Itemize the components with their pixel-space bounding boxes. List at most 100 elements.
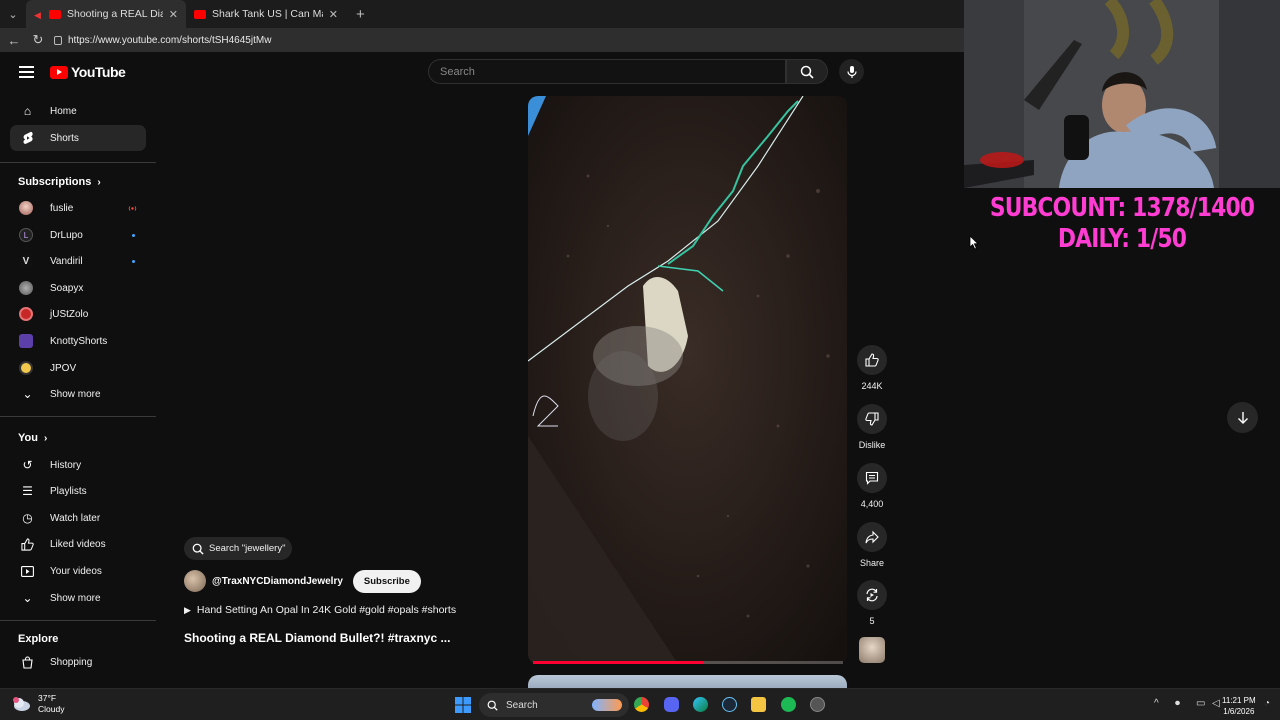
new-content-dot [132, 233, 135, 237]
new-tab-icon[interactable]: + [346, 6, 375, 23]
sidebar-item-drlupo[interactable]: L DrLupo [10, 222, 146, 248]
search-chip-label: Search "jewellery" [209, 543, 286, 554]
sidebar-item-label: Watch later [50, 512, 101, 524]
shopping-icon [20, 655, 35, 670]
sidebar-item-label: fuslie [50, 202, 74, 214]
subscriptions-heading[interactable]: Subscriptions › [18, 176, 101, 188]
back-arrow-icon[interactable]: ← [6, 33, 22, 48]
mouse-cursor-icon [969, 235, 979, 250]
linked-video[interactable]: ▶ Hand Setting An Opal In 24K Gold #gold… [184, 604, 456, 616]
sidebar-item-home[interactable]: ⌂ Home [10, 98, 146, 124]
clock-date: 1/6/2026 [1223, 707, 1255, 716]
sidebar-item-fuslie[interactable]: fuslie [10, 195, 146, 221]
reload-icon[interactable]: ↻ [30, 32, 46, 48]
sidebar-item-history[interactable]: ↺ History [10, 452, 146, 478]
display-tray-icon[interactable]: ▭ [1196, 698, 1205, 709]
remix-count: 5 [869, 616, 875, 626]
thumbs-up-icon [865, 353, 879, 367]
you-heading[interactable]: You › [18, 432, 47, 444]
sidebar-item-watch-later[interactable]: ◷ Watch later [10, 505, 146, 531]
explore-heading: Explore [18, 633, 58, 645]
steam-icon[interactable] [722, 697, 737, 712]
notification-bell-icon[interactable]: ◔ [1264, 698, 1270, 709]
progress-fill [533, 661, 704, 664]
search-icon [487, 700, 498, 711]
cloudy-weather-icon [13, 697, 30, 711]
speaker-icon[interactable]: ◀ [34, 10, 43, 20]
taskbar-clock[interactable]: 11:21 PM 1/6/2026 [1222, 695, 1256, 717]
sidebar-item-label: KnottyShorts [50, 335, 108, 347]
channel-name[interactable]: @TraxNYCDiamondJewelry [212, 576, 343, 587]
sidebar-item-label: Shorts [50, 132, 79, 144]
spotify-icon[interactable] [781, 697, 796, 712]
tab-close-icon[interactable]: ✕ [329, 8, 338, 21]
search-input[interactable]: Search [428, 59, 786, 84]
like-button[interactable] [857, 345, 887, 375]
tab-title: Shark Tank US | Can Mark Persuad [212, 8, 323, 20]
show-more-you[interactable]: ⌄ Show more [10, 585, 146, 611]
short-title[interactable]: Shooting a REAL Diamond Bullet?! #traxny… [184, 631, 450, 645]
tab-close-icon[interactable]: ✕ [169, 8, 178, 21]
search-button[interactable] [786, 59, 828, 84]
daily-count-text: DAILY: 1/50 [1057, 224, 1187, 254]
sound-thumbnail[interactable] [859, 637, 885, 663]
file-explorer-icon[interactable] [751, 697, 766, 712]
voice-search-button[interactable] [839, 59, 864, 84]
share-button[interactable] [857, 522, 887, 552]
arrow-down-icon [1237, 412, 1248, 424]
subscribe-button[interactable]: Subscribe [352, 569, 421, 593]
volume-icon[interactable]: ◁ [1212, 698, 1220, 709]
sidebar-item-vandiril[interactable]: V Vandiril [10, 248, 146, 274]
sidebar-item-label: Vandiril [50, 255, 83, 267]
windows-start-icon[interactable] [455, 697, 471, 713]
search-suggestion-chip[interactable]: Search "jewellery" [184, 537, 292, 560]
explore-title: Explore [18, 633, 59, 645]
comment-icon [865, 471, 879, 485]
avatar [19, 201, 33, 215]
weather-widget[interactable]: 37°F Cloudy [12, 693, 64, 715]
next-short-button[interactable] [1227, 402, 1258, 433]
sidebar-item-shopping[interactable]: Shopping [10, 649, 146, 675]
divider [0, 162, 156, 163]
discord-icon[interactable] [664, 697, 679, 712]
shorts-icon [20, 131, 35, 146]
sidebar-item-your-videos[interactable]: Your videos [10, 558, 146, 584]
url-field[interactable]: https://www.youtube.com/shorts/tSH4645jt… [54, 30, 964, 50]
sidebar-item-soapyx[interactable]: Soapyx [10, 275, 146, 301]
dislike-action: Dislike [857, 404, 887, 450]
sidebar-item-playlists[interactable]: ☰ Playlists [10, 478, 146, 504]
history-icon: ↺ [22, 458, 33, 472]
new-content-dot [132, 259, 135, 263]
sidebar-item-justzolo[interactable]: jUStZolo [10, 301, 146, 327]
channel-avatar[interactable] [184, 570, 206, 592]
sidebar-item-liked-videos[interactable]: Liked videos [10, 531, 146, 557]
video-progress-bar[interactable] [533, 661, 843, 664]
browser-tab[interactable]: Shark Tank US | Can Mark Persuad ✕ [186, 0, 346, 28]
short-video-player[interactable] [528, 96, 847, 664]
comments-action: 4,400 [857, 463, 887, 509]
chevron-right-icon: › [97, 176, 101, 188]
sidebar-item-jpov[interactable]: JPOV [10, 355, 146, 381]
browser-tab-active[interactable]: ◀ Shooting a REAL Diamond Bu ✕ [26, 0, 186, 28]
sidebar-item-knottyshorts[interactable]: KnottyShorts [10, 328, 146, 354]
edge-icon[interactable] [693, 697, 708, 712]
obs-icon[interactable] [810, 697, 825, 712]
comments-button[interactable] [857, 463, 887, 493]
remix-icon [866, 588, 878, 602]
sidebar: ⌂ Home Shorts Subscriptions › fuslie L D… [0, 96, 156, 686]
remix-button[interactable] [857, 580, 887, 610]
menu-icon[interactable] [19, 66, 34, 78]
share-label: Share [859, 558, 885, 568]
tray-chevron-icon[interactable]: ^ [1154, 698, 1159, 709]
weather-temp: 37°F [38, 693, 57, 703]
youtube-play-icon [50, 65, 68, 79]
chrome-icon[interactable] [634, 697, 649, 712]
youtube-logo[interactable]: YouTube [50, 64, 126, 80]
dislike-button[interactable] [857, 404, 887, 434]
sidebar-item-label: JPOV [50, 362, 77, 374]
tab-list-chevron-icon[interactable]: ⌄ [0, 0, 26, 28]
microphone-tray-icon[interactable]: ⏺ [1175, 698, 1180, 709]
avatar [19, 307, 33, 321]
show-more-subscriptions[interactable]: ⌄ Show more [10, 381, 146, 407]
sidebar-item-shorts[interactable]: Shorts [10, 125, 146, 151]
